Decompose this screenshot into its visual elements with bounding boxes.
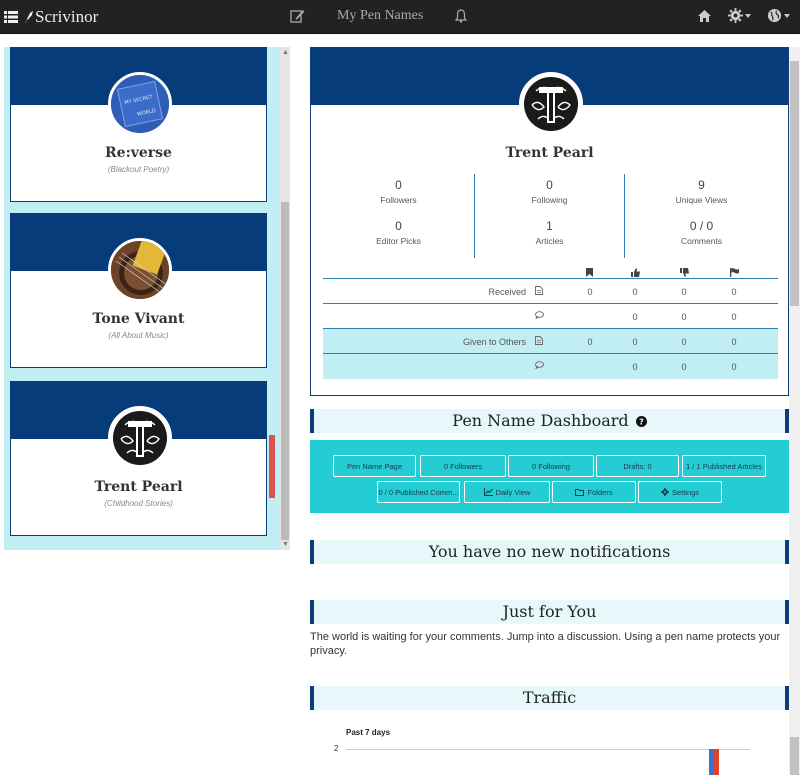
caret-down-icon	[745, 13, 751, 18]
dashboard-panel: Pen Name Page 0 Followers 0 Following Dr…	[310, 440, 789, 513]
pen-name-title[interactable]: Re:verse	[11, 145, 266, 161]
pen-name-title[interactable]: Tone Vivant	[11, 311, 266, 327]
profile-avatar	[519, 72, 583, 136]
published-comments-button[interactable]: 0 / 0 Published Comm...	[377, 481, 460, 503]
brand-name: Scrivinor	[35, 7, 99, 26]
pen-name-page-button[interactable]: Pen Name Page	[333, 455, 416, 477]
document-icon	[535, 286, 543, 297]
scrollbar-thumb[interactable]	[281, 202, 289, 540]
interaction-table: Received 0 0 0 0 0 0 0 Given to Others 0…	[323, 261, 778, 379]
help-icon[interactable]: ?	[635, 410, 647, 434]
received-comments-row: 0 0 0	[323, 304, 778, 329]
active-indicator	[269, 435, 275, 498]
daily-view-button[interactable]: Daily View	[464, 481, 550, 503]
avatar	[108, 238, 172, 302]
stat-unique-views[interactable]: 9 Unique Views	[626, 178, 777, 205]
bell-icon[interactable]	[455, 9, 468, 23]
brand-logo-icon	[24, 10, 34, 24]
stat-articles[interactable]: 1 Articles	[475, 219, 624, 246]
settings-button[interactable]: Settings	[638, 481, 722, 503]
following-button[interactable]: 0 Following	[508, 455, 594, 477]
pen-name-card[interactable]: MY SECRET WORLD Re:verse (Blackout Poetr…	[10, 47, 267, 202]
published-articles-button[interactable]: 1 / 1 Published Articles	[682, 455, 766, 477]
avatar: MY SECRET WORLD	[108, 72, 172, 136]
gear-icon	[728, 8, 743, 23]
edit-icon[interactable]	[290, 9, 305, 23]
just-for-you-header: Just for You	[310, 600, 789, 624]
settings-dropdown[interactable]	[728, 8, 751, 23]
interaction-header	[323, 261, 778, 279]
gear-icon	[660, 488, 669, 496]
scroll-up-arrow-icon[interactable]: ▲	[282, 49, 289, 56]
traffic-bar	[714, 749, 719, 775]
folder-icon	[575, 488, 585, 496]
left-scrollbar[interactable]: ▲ ▼	[280, 47, 290, 550]
given-comments-row: 0 0 0	[323, 354, 778, 379]
caret-down-icon	[784, 13, 790, 18]
language-dropdown[interactable]	[767, 8, 790, 23]
top-navbar: Scrivinor My Pen Names	[0, 0, 800, 34]
given-articles-row: Given to Others 0 0 0 0	[323, 329, 778, 354]
comment-icon	[535, 311, 544, 321]
dashboard-header: Pen Name Dashboard ?	[310, 409, 789, 433]
page-title: My Pen Names	[337, 8, 424, 23]
menu-icon[interactable]	[4, 11, 18, 23]
received-articles-row: Received 0 0 0 0	[323, 279, 778, 304]
drafts-button[interactable]: Drafts: 0	[596, 455, 679, 477]
followers-button[interactable]: 0 Followers	[420, 455, 506, 477]
profile-name: Trent Pearl	[505, 145, 594, 161]
comment-icon	[535, 361, 544, 371]
traffic-bar	[709, 749, 714, 775]
profile-stats: 0 Followers 0 Editor Picks 0 Following 1…	[323, 174, 778, 258]
just-for-you-text: The world is waiting for your comments. …	[310, 631, 781, 657]
pen-name-card[interactable]: Trent Pearl (Childhood Stories)	[10, 381, 267, 536]
chart-plot	[709, 749, 719, 775]
stat-editor-picks[interactable]: 0 Editor Picks	[323, 219, 474, 246]
traffic-chart: Past 7 days 2	[310, 722, 788, 775]
notifications-header: You have no new notifications	[310, 540, 789, 564]
profile-card: Trent Pearl 0 Followers 0 Editor Picks 0…	[310, 47, 789, 396]
brand[interactable]: Scrivinor	[4, 7, 98, 27]
page-scrollbar[interactable]	[789, 47, 800, 775]
scroll-down-arrow-icon[interactable]: ▼	[282, 541, 289, 548]
stat-following[interactable]: 0 Following	[475, 178, 624, 205]
chart-icon	[483, 488, 493, 496]
document-icon	[535, 336, 543, 347]
just-for-you-title: Just for You	[502, 602, 597, 621]
pen-name-title[interactable]: Trent Pearl	[11, 479, 266, 495]
pen-name-description: (Blackout Poetry)	[107, 165, 170, 174]
scrollbar-thumb[interactable]	[790, 737, 799, 775]
traffic-title: Traffic	[522, 688, 577, 707]
svg-text:?: ?	[639, 417, 644, 426]
pen-name-card[interactable]: Tone Vivant (All About Music)	[10, 213, 267, 368]
avatar	[108, 406, 172, 470]
scrollbar-thumb[interactable]	[790, 61, 799, 306]
pen-name-description: (Childhood Stories)	[104, 499, 173, 508]
dashboard-title: Pen Name Dashboard	[452, 411, 629, 430]
folders-button[interactable]: Folders	[552, 481, 636, 503]
pen-name-description: (All About Music)	[108, 331, 169, 340]
stat-followers[interactable]: 0 Followers	[323, 178, 474, 205]
globe-icon	[767, 8, 782, 23]
stat-comments[interactable]: 0 / 0 Comments	[626, 219, 777, 246]
traffic-header: Traffic	[310, 686, 789, 710]
home-icon[interactable]	[697, 9, 712, 23]
notifications-title: You have no new notifications	[428, 542, 671, 561]
